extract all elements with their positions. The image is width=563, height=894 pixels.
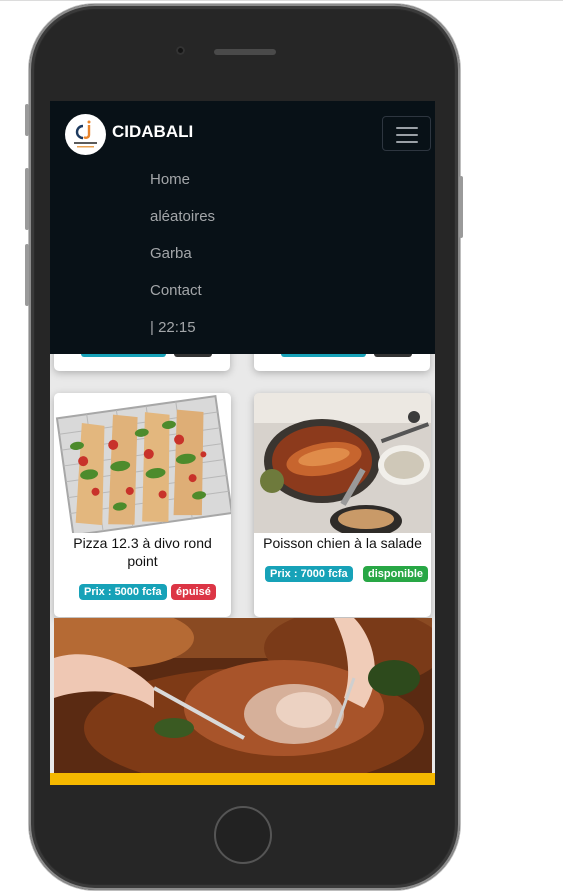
phone-power-button bbox=[459, 176, 463, 238]
logo-icon bbox=[65, 114, 106, 155]
nav-item-garba[interactable]: Garba bbox=[150, 245, 192, 262]
price-badge: Prix : 5000 fcfa bbox=[79, 584, 167, 600]
brand-logo[interactable] bbox=[65, 114, 106, 155]
nav-clock: | 22:15 bbox=[150, 319, 196, 336]
fish-dish-image bbox=[254, 393, 431, 533]
phone-volume-down bbox=[25, 244, 29, 306]
brand-name[interactable]: CIDABALI bbox=[112, 122, 193, 142]
product-card-pizza[interactable]: Pizza 12.3 à divo rond point Prix : 5000… bbox=[54, 393, 231, 617]
menu-toggle-button[interactable] bbox=[382, 116, 431, 151]
nav-item-home[interactable]: Home bbox=[150, 171, 190, 188]
nav-item-aleatoires[interactable]: aléatoires bbox=[150, 208, 215, 225]
screen: Pizza 12.3 à divo rond point Prix : 5000… bbox=[50, 101, 435, 785]
navbar: CIDABALI Home aléatoires Garba Contact |… bbox=[50, 101, 435, 354]
product-name: Poisson chien à la salade bbox=[263, 535, 422, 551]
pizza-image bbox=[54, 393, 231, 533]
status-badge: disponible bbox=[363, 566, 428, 582]
product-card-fish[interactable]: Poisson chien à la salade Prix : 7000 fc… bbox=[254, 393, 431, 617]
phone-mute-switch bbox=[25, 104, 29, 136]
phone-volume-up bbox=[25, 168, 29, 230]
page-top-border bbox=[0, 0, 563, 1]
product-name: Pizza 12.3 à divo rond point bbox=[73, 535, 212, 569]
status-badge: épuisé bbox=[171, 584, 216, 600]
nav-item-contact[interactable]: Contact bbox=[150, 282, 202, 299]
phone-speaker bbox=[214, 49, 276, 55]
phone-home-button[interactable] bbox=[214, 806, 272, 864]
footer-accent-bar bbox=[50, 773, 435, 785]
roast-chicken-banner bbox=[54, 618, 432, 773]
phone-camera bbox=[176, 46, 185, 55]
price-badge: Prix : 7000 fcfa bbox=[265, 566, 353, 582]
